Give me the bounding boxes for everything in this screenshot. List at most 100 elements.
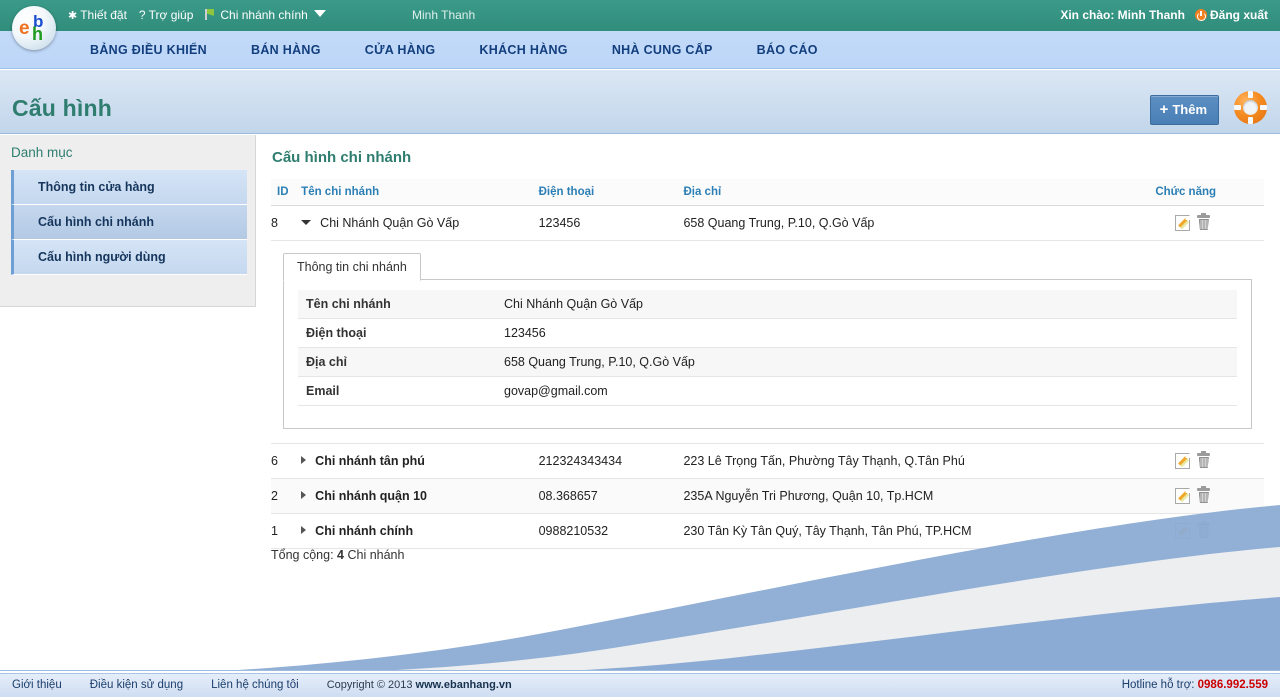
- delete-icon[interactable]: [1197, 486, 1211, 504]
- table-row[interactable]: 2 Chi nhánh quận 10 08.368657 235A Nguyễ…: [271, 478, 1264, 514]
- cell-id: 2: [271, 478, 302, 514]
- settings-link[interactable]: ✱ Thiết đặt: [68, 8, 127, 22]
- total-count: 4: [337, 548, 344, 562]
- sidebar-item-label: Thông tin cửa hàng: [38, 180, 155, 194]
- cell-phone: 212324343434: [538, 443, 684, 479]
- table-row[interactable]: 6 Chi nhánh tân phú 212324343434 223 Lê …: [271, 443, 1264, 479]
- nav-item-dashboard[interactable]: BẢNG ĐIỀU KHIỂN: [68, 31, 229, 69]
- nav-item-reports[interactable]: BÁO CÁO: [735, 31, 840, 69]
- sidebar-item-store-info[interactable]: Thông tin cửa hàng: [11, 170, 247, 205]
- column-header-phone[interactable]: Điện thoại: [538, 179, 684, 206]
- table-row[interactable]: 1 Chi nhánh chính 0988210532 230 Tân Kỳ …: [271, 513, 1264, 549]
- logo-letter-h: h: [32, 24, 43, 44]
- section-title: Cấu hình chi nhánh: [272, 149, 412, 166]
- footer-link-about[interactable]: Giới thiệu: [12, 679, 62, 691]
- footer-links: Giới thiệu Điều kiện sử dụng Liên hệ chú…: [12, 679, 512, 691]
- cell-id: 1: [271, 513, 302, 549]
- column-header-id[interactable]: ID: [271, 179, 302, 206]
- copyright-text: Copyright © 2013: [326, 679, 413, 691]
- cell-actions: [1155, 443, 1264, 479]
- tab-branch-info[interactable]: Thông tin chi nhánh: [283, 253, 421, 281]
- nav-item-store[interactable]: CỬA HÀNG: [343, 31, 458, 69]
- branch-label: Chi nhánh chính: [220, 8, 308, 22]
- app-logo[interactable]: e b h: [12, 6, 56, 50]
- cell-id: 8: [271, 205, 302, 241]
- footer-link-terms[interactable]: Điều kiện sử dụng: [90, 679, 183, 691]
- detail-field-value: Chi Nhánh Quận Gò Vấp: [496, 290, 1237, 319]
- detail-field-label: Email: [298, 376, 496, 406]
- edit-icon[interactable]: [1175, 488, 1191, 504]
- expand-caret-icon[interactable]: [301, 456, 307, 464]
- trash-lid: [1197, 486, 1211, 491]
- table-header: ID Tên chi nhánh Điện thoại Địa chỉ Chức…: [271, 179, 1264, 206]
- cell-actions: [1155, 205, 1264, 241]
- detail-box: Tên chi nhánh Chi Nhánh Quận Gò Vấp Điện…: [283, 280, 1252, 429]
- trash-can: [1198, 492, 1209, 503]
- page-title: Cấu hình: [12, 95, 112, 121]
- detail-field-value: 123456: [496, 318, 1237, 348]
- logout-link[interactable]: Đăng xuất: [1210, 8, 1268, 22]
- sidebar-item-user-config[interactable]: Cấu hình người dùng: [11, 240, 247, 275]
- sidebar-item-label: Cấu hình người dùng: [38, 250, 166, 264]
- delete-icon[interactable]: [1197, 521, 1211, 539]
- footer-link-contact[interactable]: Liên hệ chúng tôi: [211, 679, 299, 691]
- branch-selector[interactable]: Chi nhánh chính: [205, 8, 326, 22]
- row-actions: [1155, 521, 1264, 539]
- trash-can: [1198, 219, 1209, 230]
- detail-field-row: Địa chỉ 658 Quang Trung, P.10, Q.Gò Vấp: [298, 347, 1237, 377]
- footer-hotline: Hotline hỗ trợ: 0986.992.559: [1122, 679, 1268, 691]
- plus-icon: +: [1159, 101, 1169, 118]
- nav-item-sales[interactable]: BÁN HÀNG: [229, 31, 343, 69]
- edit-icon[interactable]: [1175, 215, 1191, 231]
- detail-field-row: Email govap@gmail.com: [298, 376, 1237, 406]
- cell-phone: 0988210532: [538, 513, 684, 549]
- greeting-text: Xin chào: Minh Thanh: [1060, 8, 1185, 22]
- delete-icon[interactable]: [1197, 451, 1211, 469]
- settings-label: Thiết đặt: [80, 8, 127, 22]
- branch-detail-panel: Thông tin chi nhánh Tên chi nhánh Chi Nh…: [271, 241, 1264, 443]
- column-header-name[interactable]: Tên chi nhánh: [301, 179, 539, 206]
- app-window: ✱ Thiết đặt ? Trợ giúp Chi nhánh chính Min…: [0, 0, 1280, 697]
- edit-icon[interactable]: [1175, 523, 1191, 539]
- lifebuoy-segment: [1248, 91, 1253, 98]
- lifebuoy-segment: [1248, 117, 1253, 124]
- edit-icon[interactable]: [1175, 453, 1191, 469]
- table-row[interactable]: 8 Chi Nhánh Quận Gò Vấp 123456 658 Quang…: [271, 205, 1264, 241]
- delete-icon[interactable]: [1197, 213, 1211, 231]
- add-button[interactable]: + Thêm: [1149, 95, 1219, 125]
- sidebar-item-label: Cấu hình chi nhánh: [38, 215, 154, 229]
- nav-item-customers[interactable]: KHÁCH HÀNG: [457, 31, 589, 69]
- trash-lid: [1197, 213, 1211, 218]
- hotline-label: Hotline hỗ trợ:: [1121, 679, 1195, 691]
- column-header-address[interactable]: Địa chỉ: [683, 179, 1156, 206]
- row-actions: [1155, 451, 1264, 469]
- nav-item-suppliers[interactable]: NHÀ CUNG CẤP: [590, 31, 735, 69]
- cell-name-text: Chi Nhánh Quận Gò Vấp: [320, 216, 460, 230]
- lifebuoy-segment: [1260, 105, 1267, 110]
- cell-phone: 123456: [538, 205, 684, 241]
- detail-field-label: Điện thoại: [298, 318, 496, 348]
- lifebuoy-help-icon[interactable]: [1234, 91, 1267, 124]
- cell-actions: [1155, 478, 1264, 514]
- detail-cell: Thông tin chi nhánh Tên chi nhánh Chi Nh…: [271, 240, 1264, 444]
- expand-caret-icon[interactable]: [301, 491, 307, 499]
- expand-caret-icon[interactable]: [301, 526, 307, 534]
- swoosh-band-blue-lower: [520, 597, 1280, 673]
- cell-name: Chi Nhánh Quận Gò Vấp: [301, 205, 539, 241]
- footer-copyright: Copyright © 2013 www.ebanhang.vn: [327, 679, 512, 691]
- help-link[interactable]: ? Trợ giúp: [139, 8, 193, 22]
- detail-tabbar: Thông tin chi nhánh: [283, 253, 1252, 281]
- total-summary: Tổng cộng: 4 Chi nhánh: [271, 548, 404, 562]
- question-mark-icon: ?: [138, 8, 146, 22]
- detail-field-row: Tên chi nhánh Chi Nhánh Quận Gò Vấp: [298, 290, 1237, 319]
- cell-address: 230 Tân Kỳ Tân Quý, Tây Thạnh, Tân Phú, …: [683, 513, 1156, 549]
- cell-address: 658 Quang Trung, P.10, Q.Gò Vấp: [683, 205, 1156, 241]
- column-header-actions: Chức năng: [1155, 179, 1264, 206]
- site-name[interactable]: www.ebanhang.vn: [416, 679, 512, 691]
- sidebar-item-branch-config[interactable]: Cấu hình chi nhánh: [11, 205, 247, 240]
- cell-address: 223 Lê Trọng Tấn, Phường Tây Thạnh, Q.Tâ…: [683, 443, 1156, 479]
- collapse-caret-icon[interactable]: [301, 220, 312, 225]
- help-label: Trợ giúp: [148, 8, 194, 22]
- row-actions: [1155, 486, 1264, 504]
- detail-fields-table: Tên chi nhánh Chi Nhánh Quận Gò Vấp Điện…: [298, 290, 1237, 406]
